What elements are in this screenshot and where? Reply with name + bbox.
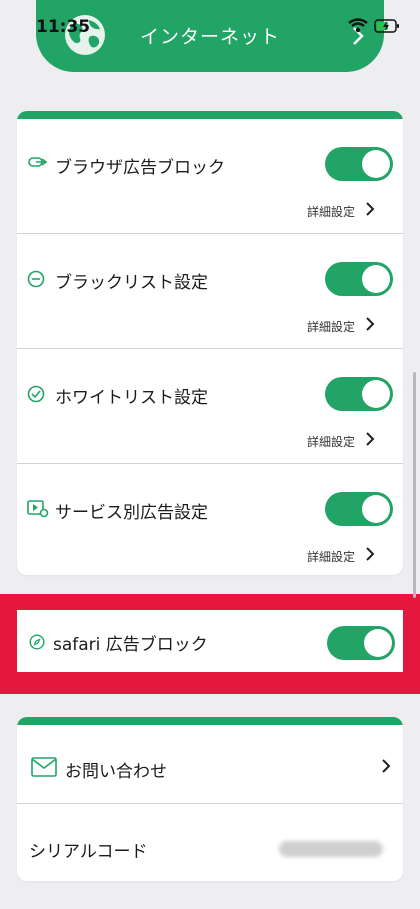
row-title: サービス別広告設定 bbox=[55, 503, 208, 523]
highlight-frame: safari 広告ブロック bbox=[0, 594, 420, 694]
status-time: 11:35 bbox=[36, 17, 91, 37]
video-settings-icon bbox=[27, 500, 49, 518]
ad-setting-row: ブラックリスト設定 詳細設定 bbox=[17, 234, 403, 349]
safari-adblock-toggle[interactable] bbox=[327, 626, 395, 660]
card-accent bbox=[17, 717, 403, 725]
contact-row[interactable]: お問い合わせ bbox=[17, 725, 403, 804]
serial-code-value bbox=[279, 841, 383, 857]
browser-adblock-toggle[interactable] bbox=[325, 147, 393, 181]
ad-setting-row: ホワイトリスト設定 詳細設定 bbox=[17, 349, 403, 464]
chevron-right-icon[interactable] bbox=[365, 316, 375, 332]
chevron-right-icon[interactable] bbox=[365, 431, 375, 447]
minus-circle-icon bbox=[27, 270, 45, 288]
serial-code-row: シリアルコード bbox=[17, 804, 403, 881]
serial-code-label: シリアルコード bbox=[29, 842, 148, 862]
status-bar: 11:35 bbox=[0, 0, 420, 40]
chevron-right-icon[interactable] bbox=[381, 758, 391, 774]
detail-settings-link[interactable]: 詳細設定 bbox=[307, 548, 355, 565]
safari-adblock-row: safari 広告ブロック bbox=[17, 610, 403, 672]
row-title: ブラウザ広告ブロック bbox=[55, 158, 225, 178]
ad-setting-row: ブラウザ広告ブロック 詳細設定 bbox=[17, 119, 403, 234]
whitelist-toggle[interactable] bbox=[325, 377, 393, 411]
mail-icon bbox=[31, 757, 57, 777]
card-accent bbox=[17, 111, 403, 119]
support-card: お問い合わせ シリアルコード bbox=[17, 717, 403, 881]
ad-setting-row: サービス別広告設定 詳細設定 bbox=[17, 464, 403, 575]
row-title: ホワイトリスト設定 bbox=[55, 388, 208, 408]
contact-label: お問い合わせ bbox=[65, 762, 167, 782]
detail-settings-link[interactable]: 詳細設定 bbox=[307, 433, 355, 450]
compass-icon bbox=[29, 634, 45, 650]
chevron-right-icon[interactable] bbox=[365, 201, 375, 217]
service-ad-toggle[interactable] bbox=[325, 492, 393, 526]
scrollbar[interactable] bbox=[413, 372, 416, 598]
detail-settings-link[interactable]: 詳細設定 bbox=[307, 203, 355, 220]
ad-settings-card: ブラウザ広告ブロック 詳細設定 ブラックリスト設定 詳細設定 ホワイトリスト設定… bbox=[17, 111, 403, 575]
blacklist-toggle[interactable] bbox=[325, 262, 393, 296]
link-icon bbox=[28, 157, 48, 167]
row-title: ブラックリスト設定 bbox=[55, 273, 208, 293]
safari-adblock-title: safari 広告ブロック bbox=[53, 635, 208, 655]
check-circle-icon bbox=[27, 385, 45, 403]
chevron-right-icon[interactable] bbox=[365, 546, 375, 562]
detail-settings-link[interactable]: 詳細設定 bbox=[307, 318, 355, 335]
